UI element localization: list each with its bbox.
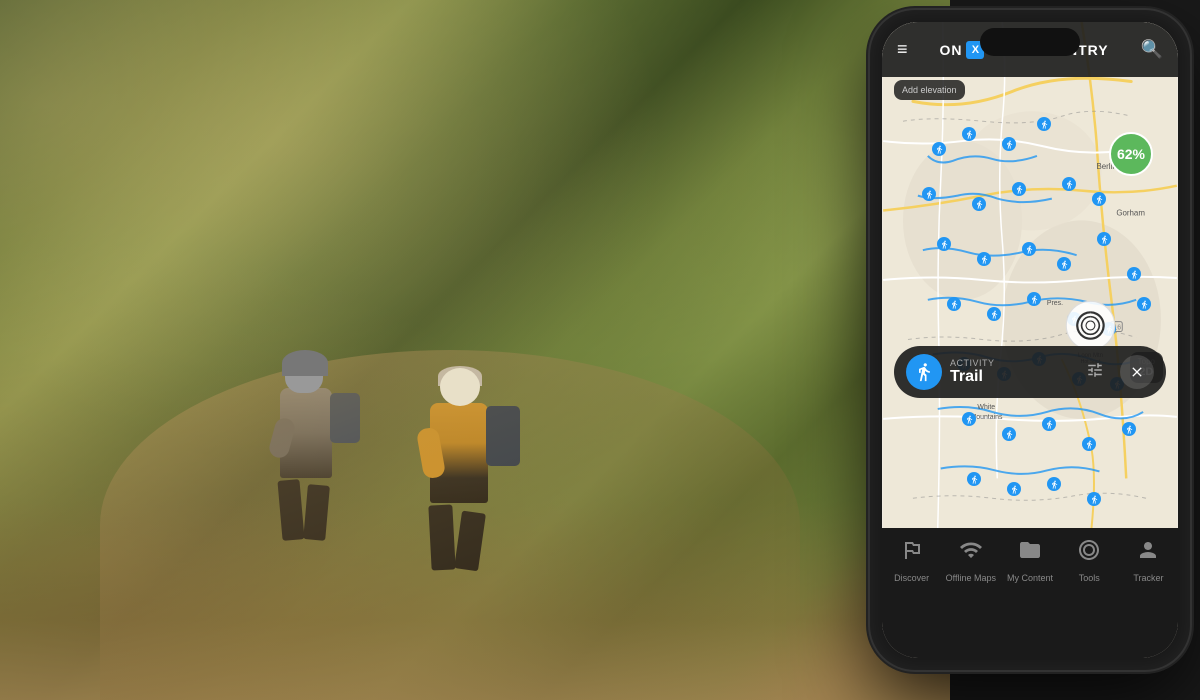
- rocks-foreground: [0, 500, 950, 700]
- green-badge: 62%: [1109, 132, 1153, 176]
- svg-text:Pres.: Pres.: [1047, 300, 1063, 307]
- badge-percent: 62%: [1117, 146, 1145, 162]
- offline-maps-icon: [959, 538, 983, 568]
- svg-text:White: White: [977, 404, 995, 411]
- bottom-nav: Discover Offline Maps: [882, 528, 1178, 658]
- nav-my-content[interactable]: My Content: [1000, 538, 1059, 583]
- phone-notch: [980, 28, 1080, 56]
- activity-close-button[interactable]: [1120, 355, 1154, 389]
- brand-marker: Loon Mtn Hot Spot: [1063, 298, 1118, 353]
- logo-on-text: ON: [939, 42, 962, 58]
- svg-text:Mountains: Mountains: [970, 414, 1003, 421]
- nav-tracker[interactable]: Tracker: [1119, 538, 1178, 583]
- elevation-label: Add elevation: [902, 85, 957, 95]
- activity-name: Trail: [950, 368, 1078, 386]
- nav-discover[interactable]: Discover: [882, 538, 941, 583]
- my-content-icon: [1018, 538, 1042, 568]
- hiker-1: [280, 355, 350, 540]
- my-content-label: My Content: [1007, 573, 1053, 583]
- activity-text: Activity Trail: [950, 358, 1078, 386]
- activity-icon-circle: [906, 354, 942, 390]
- background-photo: [0, 0, 950, 700]
- hiker-2: [430, 368, 510, 570]
- svg-text:Gorham: Gorham: [1116, 208, 1145, 217]
- tune-icon[interactable]: [1086, 361, 1104, 384]
- phone-screen: Berlin Gorham Pres. White Mountains 16: [882, 22, 1178, 658]
- menu-icon[interactable]: ≡: [897, 39, 908, 60]
- offline-maps-label: Offline Maps: [946, 573, 996, 583]
- map-area[interactable]: Berlin Gorham Pres. White Mountains 16: [882, 22, 1178, 528]
- tools-label: Tools: [1079, 573, 1100, 583]
- tracker-icon: [1136, 538, 1160, 568]
- phone-body: Berlin Gorham Pres. White Mountains 16: [870, 10, 1190, 670]
- activity-label: Activity: [950, 358, 1078, 368]
- activity-bar[interactable]: Activity Trail: [894, 346, 1166, 398]
- nav-tools[interactable]: Tools: [1060, 538, 1119, 583]
- discover-icon: [900, 538, 924, 568]
- tracker-label: Tracker: [1133, 573, 1163, 583]
- elevation-widget[interactable]: Add elevation: [894, 80, 965, 100]
- tools-icon: [1077, 538, 1101, 568]
- discover-label: Discover: [894, 573, 929, 583]
- phone-device: Berlin Gorham Pres. White Mountains 16: [870, 10, 1190, 670]
- nav-offline-maps[interactable]: Offline Maps: [941, 538, 1000, 583]
- search-icon[interactable]: 🔍: [1141, 39, 1163, 60]
